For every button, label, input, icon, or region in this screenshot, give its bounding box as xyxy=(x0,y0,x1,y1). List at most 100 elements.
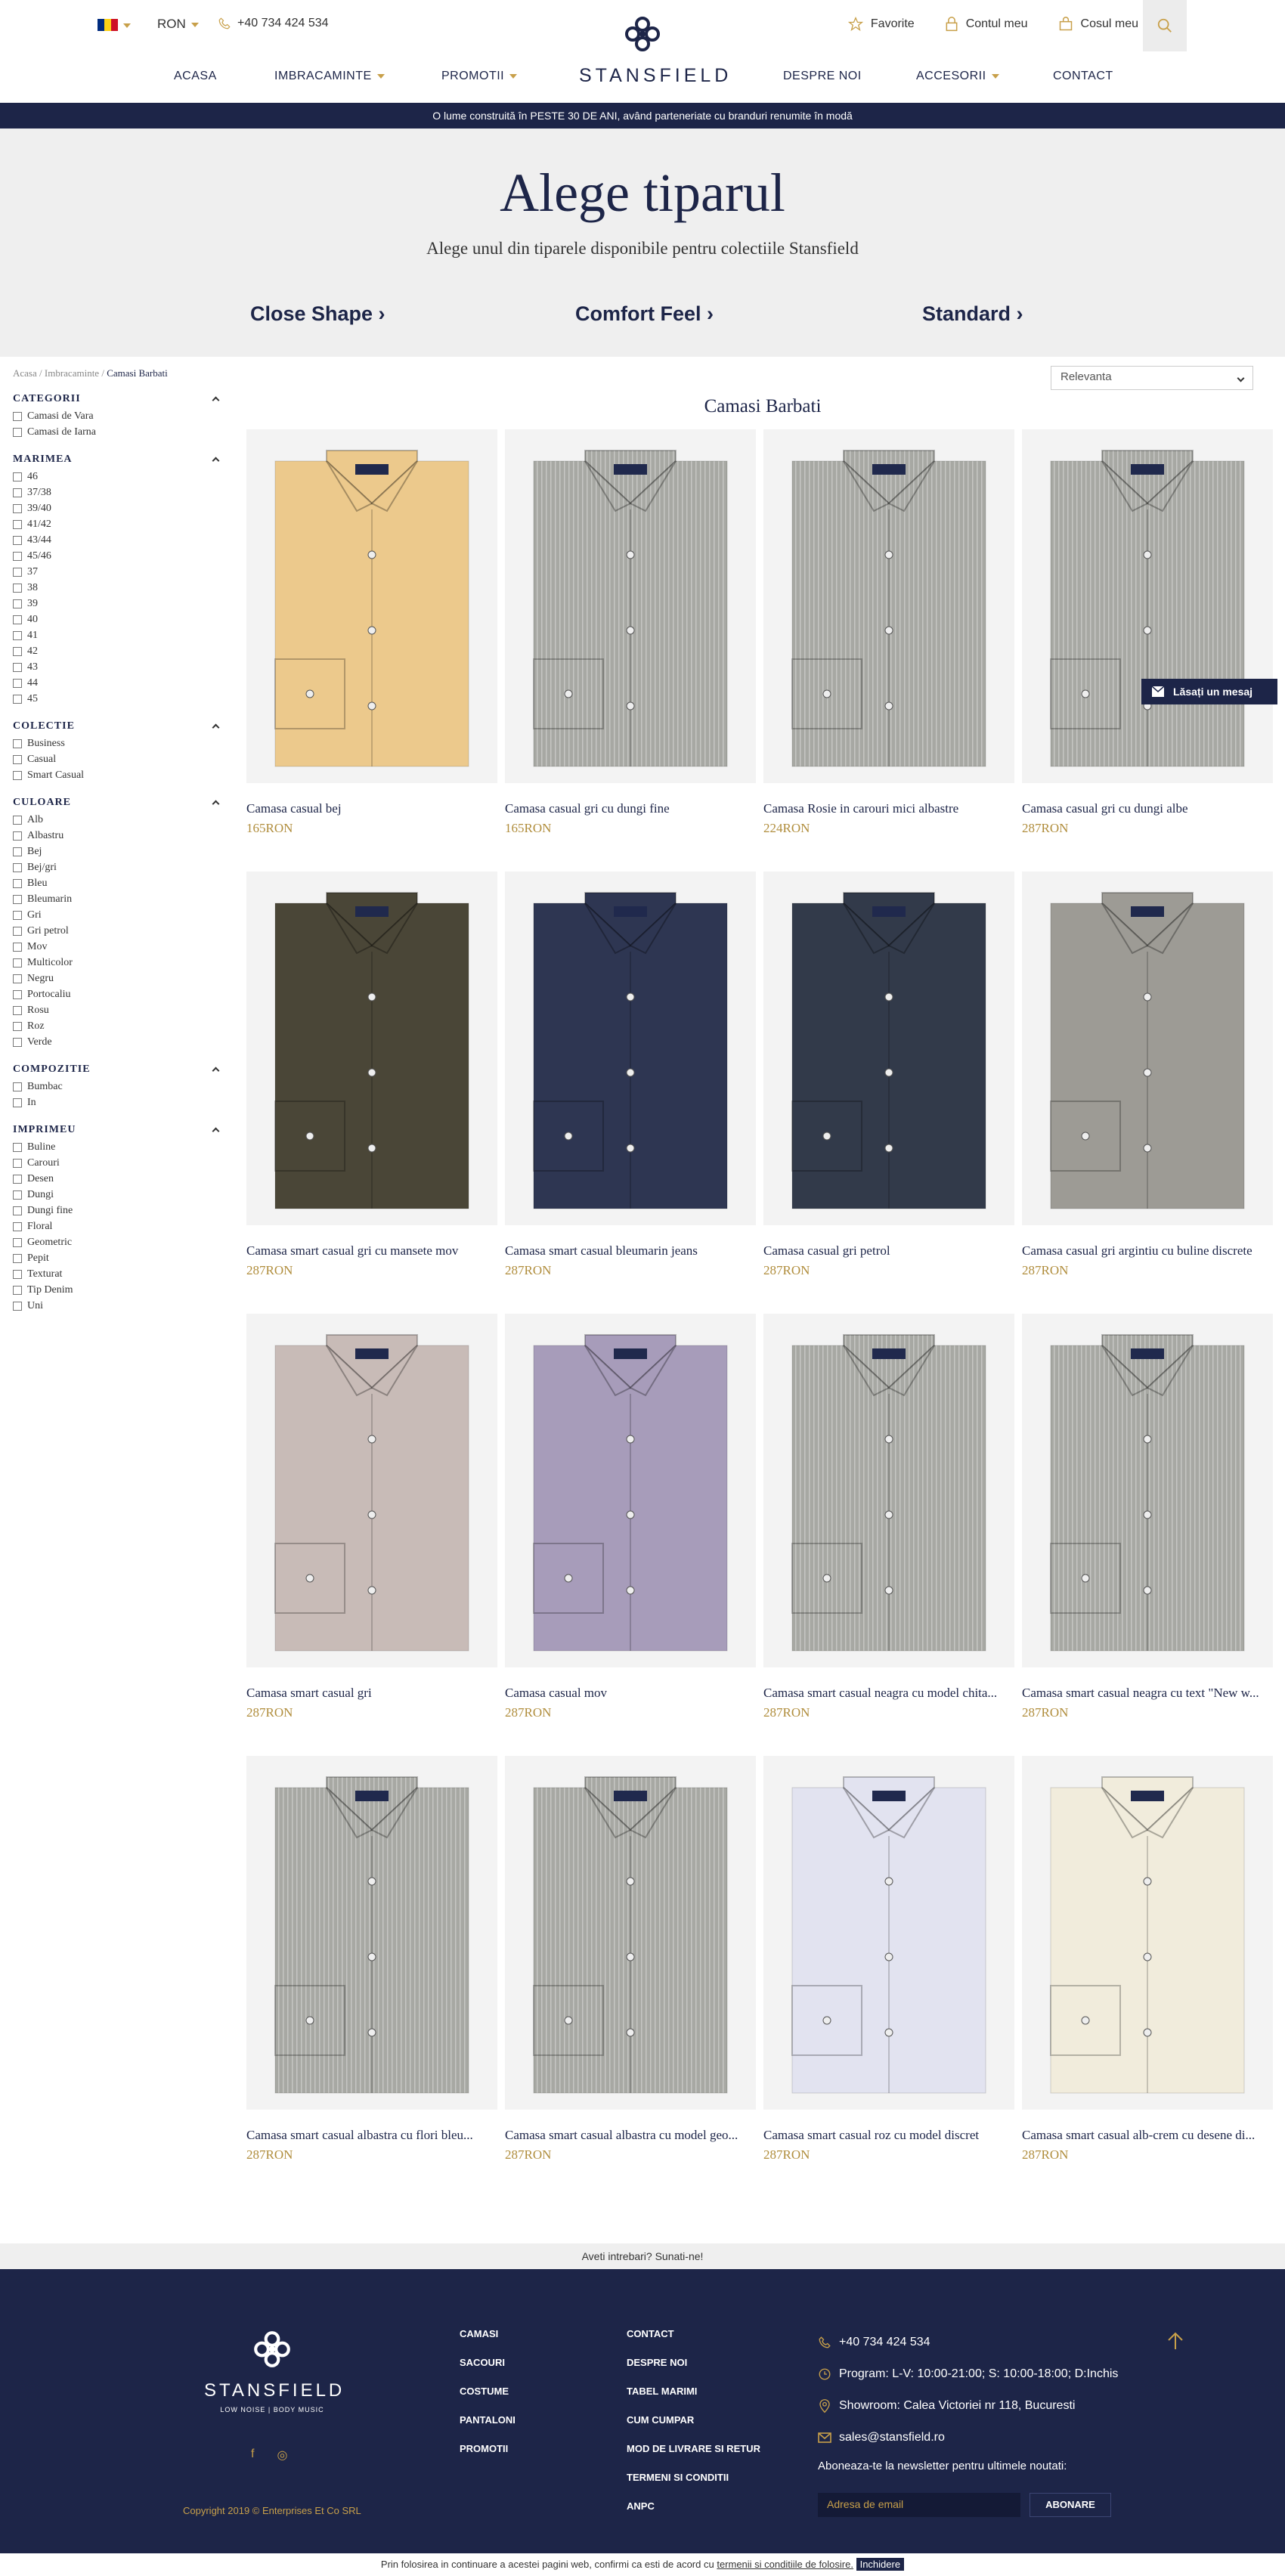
leave-message-button[interactable]: Lăsați un mesaj xyxy=(1141,679,1277,704)
nav-item-promotii[interactable]: PROMOTII xyxy=(441,70,518,83)
product-name[interactable]: Camasa smart casual neagra cu model chit… xyxy=(763,1686,1014,1701)
filter-group-title[interactable]: IMPRIMEU xyxy=(13,1121,221,1139)
checkbox[interactable] xyxy=(13,1098,22,1107)
checkbox[interactable] xyxy=(13,738,22,748)
site-logo[interactable] xyxy=(579,14,706,54)
footer-link[interactable]: DESPRE NOI xyxy=(627,2357,760,2386)
product-name[interactable]: Camasa smart casual gri cu mansete mov xyxy=(246,1243,497,1259)
checkbox[interactable] xyxy=(13,662,22,672)
footer-link[interactable]: ANPC xyxy=(627,2500,760,2529)
checkbox[interactable] xyxy=(13,567,22,577)
product-image[interactable] xyxy=(763,429,1014,783)
checkbox[interactable] xyxy=(13,1285,22,1295)
filter-option[interactable]: 39/40 xyxy=(13,500,221,516)
checkbox[interactable] xyxy=(13,974,22,983)
checkbox[interactable] xyxy=(13,472,22,481)
filter-option[interactable]: In xyxy=(13,1094,221,1110)
footer-link[interactable]: PANTALONI xyxy=(460,2414,516,2443)
checkbox[interactable] xyxy=(13,754,22,764)
footer-link[interactable]: CAMASI xyxy=(460,2328,516,2357)
filter-option[interactable]: 43/44 xyxy=(13,532,221,548)
checkbox[interactable] xyxy=(13,878,22,888)
filter-option[interactable]: Dungi xyxy=(13,1187,221,1203)
checkbox[interactable] xyxy=(13,1005,22,1015)
filter-option[interactable]: Rosu xyxy=(13,1002,221,1018)
checkbox[interactable] xyxy=(13,1037,22,1047)
product-image[interactable] xyxy=(763,872,1014,1225)
filter-option[interactable]: Smart Casual xyxy=(13,767,221,783)
filter-option[interactable]: Gri petrol xyxy=(13,923,221,939)
favorites-link[interactable]: Favorite xyxy=(847,17,915,32)
product-image[interactable] xyxy=(246,1756,497,2110)
fit-standard[interactable]: Standard › xyxy=(922,302,1023,326)
filter-option[interactable]: Buline xyxy=(13,1139,221,1155)
checkbox[interactable] xyxy=(13,1237,22,1247)
checkbox[interactable] xyxy=(13,615,22,624)
filter-option[interactable]: Texturat xyxy=(13,1266,221,1282)
filter-option[interactable]: Bleumarin xyxy=(13,891,221,907)
header-phone[interactable]: +40 734 424 534 xyxy=(218,17,329,30)
product-image[interactable] xyxy=(1022,872,1273,1225)
checkbox[interactable] xyxy=(13,831,22,841)
breadcrumb-section[interactable]: Imbracaminte xyxy=(45,367,99,379)
product-card[interactable]: Camasa casual gri cu dungi fine 165RON xyxy=(505,429,756,836)
filter-group-title[interactable]: COLECTIE xyxy=(13,717,221,735)
checkbox[interactable] xyxy=(13,1221,22,1231)
filter-option[interactable]: Geometric xyxy=(13,1234,221,1250)
terms-link[interactable]: termenii si conditiile de folosire. xyxy=(717,2559,853,2570)
product-image[interactable] xyxy=(505,1314,756,1667)
checkbox[interactable] xyxy=(13,1206,22,1215)
product-name[interactable]: Camasa Rosie in carouri mici albastre xyxy=(763,801,1014,816)
checkbox[interactable] xyxy=(13,942,22,952)
product-name[interactable]: Camasa smart casual gri xyxy=(246,1686,497,1701)
product-card[interactable]: Camasa casual bej 165RON xyxy=(246,429,497,836)
footer-link[interactable]: COSTUME xyxy=(460,2386,516,2414)
footer-link[interactable]: SACOURI xyxy=(460,2357,516,2386)
footer-link[interactable]: TABEL MARIMI xyxy=(627,2386,760,2414)
product-card[interactable]: Camasa Rosie in carouri mici albastre 224… xyxy=(763,429,1014,836)
checkbox[interactable] xyxy=(13,583,22,593)
checkbox[interactable] xyxy=(13,630,22,640)
product-image[interactable] xyxy=(1022,1314,1273,1667)
product-name[interactable]: Camasa casual bej xyxy=(246,801,497,816)
product-card[interactable]: Camasa casual mov 287RON xyxy=(505,1314,756,1720)
currency-selector[interactable]: RON xyxy=(157,17,199,32)
filter-option[interactable]: Bej/gri xyxy=(13,859,221,875)
product-card[interactable]: Camasa smart casual alb-crem cu desene d… xyxy=(1022,1756,1273,2163)
product-card[interactable]: Camasa casual gri petrol 287RON xyxy=(763,872,1014,1278)
filter-option[interactable]: Carouri xyxy=(13,1155,221,1171)
checkbox[interactable] xyxy=(13,599,22,608)
product-card[interactable]: Camasa smart casual bleumarin jeans 287RO… xyxy=(505,872,756,1278)
product-image[interactable] xyxy=(246,872,497,1225)
product-image[interactable] xyxy=(505,429,756,783)
product-name[interactable]: Camasa casual gri cu dungi fine xyxy=(505,801,756,816)
search-button[interactable] xyxy=(1143,0,1187,51)
product-image[interactable] xyxy=(505,872,756,1225)
filter-option[interactable]: Negru xyxy=(13,971,221,986)
filter-option[interactable]: 42 xyxy=(13,643,221,659)
nav-item-imbracaminte[interactable]: IMBRACAMINTE xyxy=(274,70,385,83)
product-card[interactable]: Camasa smart casual roz cu model discret… xyxy=(763,1756,1014,2163)
product-image[interactable] xyxy=(1022,1756,1273,2110)
filter-option[interactable]: 39 xyxy=(13,596,221,611)
filter-option[interactable]: 37/38 xyxy=(13,485,221,500)
checkbox[interactable] xyxy=(13,847,22,856)
product-card[interactable]: Camasa casual gri argintiu cu buline dis… xyxy=(1022,872,1273,1278)
checkbox[interactable] xyxy=(13,862,22,872)
checkbox[interactable] xyxy=(13,1190,22,1200)
facebook-icon[interactable]: f xyxy=(251,2448,254,2463)
product-name[interactable]: Camasa smart casual albastra cu flori bl… xyxy=(246,2128,497,2143)
filter-option[interactable]: Verde xyxy=(13,1034,221,1050)
footer-link[interactable]: MOD DE LIVRARE SI RETUR xyxy=(627,2443,760,2472)
product-image[interactable] xyxy=(763,1756,1014,2110)
filter-option[interactable]: Roz xyxy=(13,1018,221,1034)
filter-option[interactable]: Pepit xyxy=(13,1250,221,1266)
checkbox[interactable] xyxy=(13,815,22,825)
checkbox[interactable] xyxy=(13,894,22,904)
checkbox[interactable] xyxy=(13,1253,22,1263)
fit-comfort-feel[interactable]: Comfort Feel › xyxy=(575,302,714,326)
checkbox[interactable] xyxy=(13,694,22,704)
nav-item-despre-noi[interactable]: DESPRE NOI xyxy=(783,70,862,83)
product-card[interactable]: Camasa smart casual gri cu mansete mov 28… xyxy=(246,872,497,1278)
filter-option[interactable]: 40 xyxy=(13,611,221,627)
